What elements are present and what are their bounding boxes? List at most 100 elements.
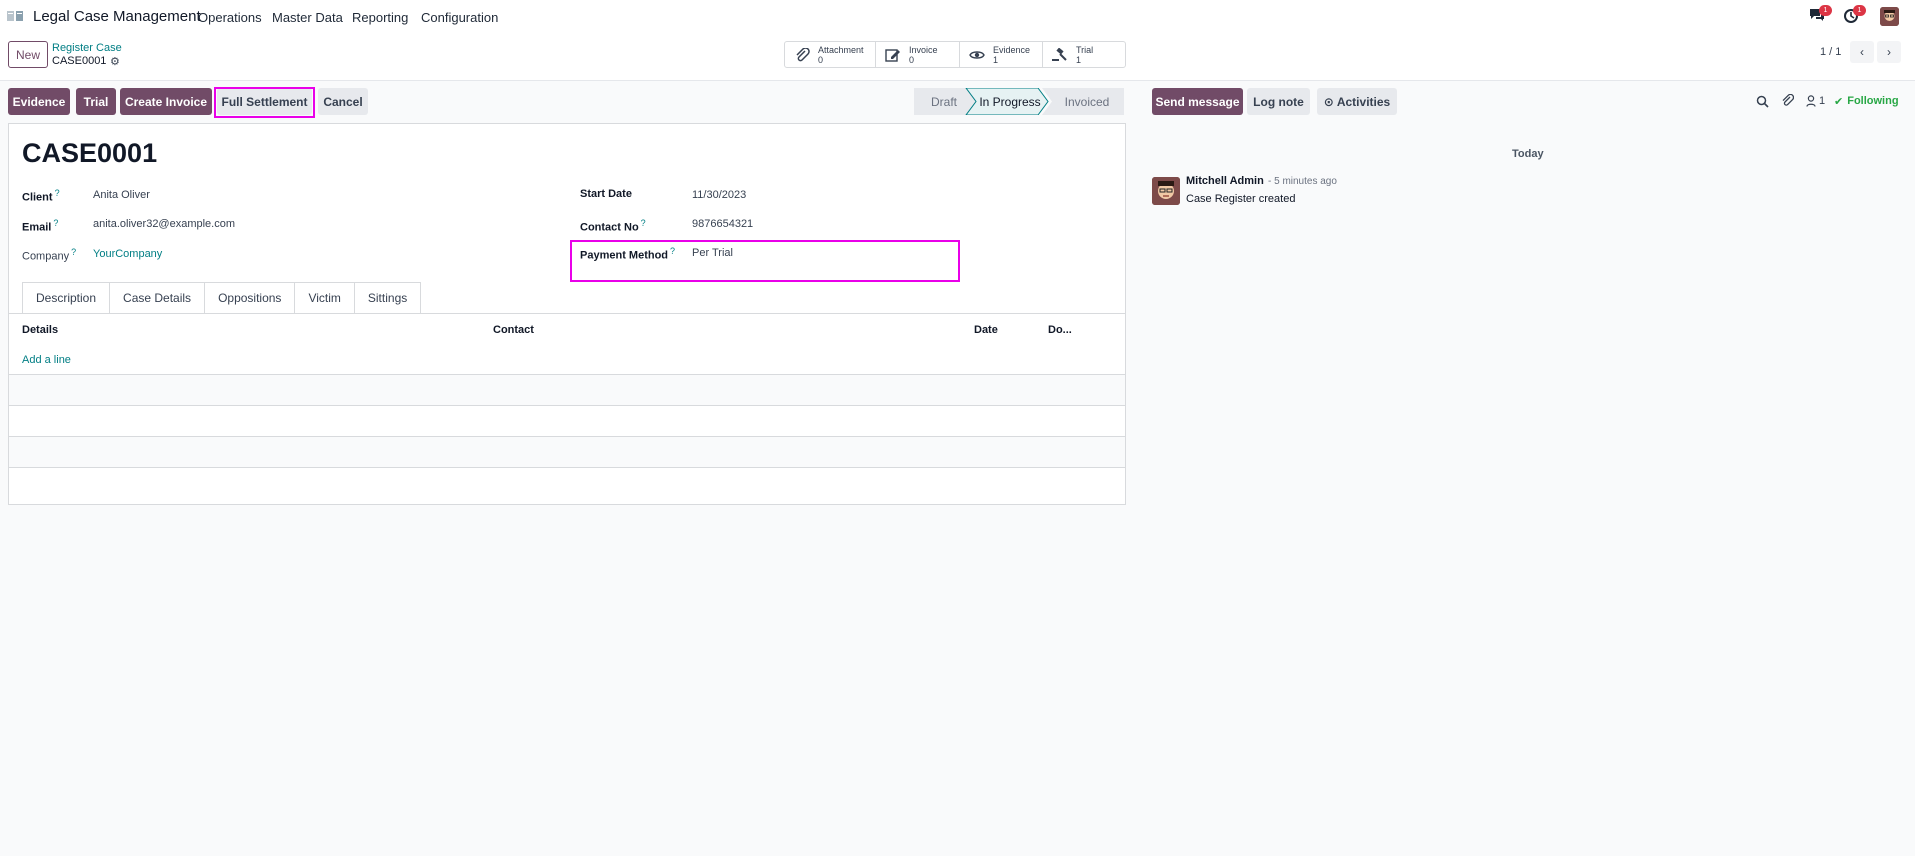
top-navbar: Legal Case Management Operations Master … [0,0,1915,32]
add-a-line-link[interactable]: Add a line [22,354,71,366]
column-do[interactable]: Do... [1048,324,1072,336]
form-sheet: CASE0001 Client? Anita Oliver Email? ani… [8,123,1126,505]
contact-no-value[interactable]: 9876654321 [692,218,753,230]
status-bar: Draft In Progress Invoiced [914,88,1124,115]
breadcrumb-record-name: CASE0001 [52,55,107,67]
table-row [9,375,1125,405]
edit-icon [885,48,900,62]
check-icon: ✔ [1834,95,1844,108]
message-author[interactable]: Mitchell Admin [1186,175,1264,187]
chevron-left-icon: ‹ [1860,45,1864,59]
evidence-button[interactable]: Evidence [8,88,70,115]
trial-count: 1 [1076,54,1082,65]
invoice-smart-button[interactable]: Invoice 0 [876,42,960,67]
stage-draft[interactable]: Draft [914,88,974,115]
breadcrumb-register-case[interactable]: Register Case [52,42,122,54]
trial-smart-button[interactable]: Trial 1 [1043,42,1125,67]
attachment-label: Attachment [818,44,864,55]
row-divider [9,467,1125,468]
create-invoice-button[interactable]: Create Invoice [120,88,212,115]
email-label: Email? [22,218,59,234]
pager-next-button[interactable]: › [1877,41,1901,63]
start-date-label: Start Date [580,188,632,200]
search-icon[interactable] [1756,95,1769,108]
stage-invoiced[interactable]: Invoiced [1050,88,1124,115]
stage-in-progress[interactable]: In Progress [976,88,1044,115]
column-contact[interactable]: Contact [493,324,534,336]
column-date[interactable]: Date [974,324,998,336]
start-date-value[interactable]: 11/30/2023 [692,189,746,201]
email-value[interactable]: anita.oliver32@example.com [93,218,235,230]
attachment-smart-button[interactable]: Attachment 0 [785,42,876,67]
pager-value[interactable]: 1 / 1 [1820,46,1841,58]
full-settlement-button[interactable]: Full Settlement [217,88,312,115]
evidence-smart-button[interactable]: Evidence 1 [960,42,1043,67]
tab-victim[interactable]: Victim [294,282,354,314]
tab-divider [9,313,1125,314]
table-row [9,437,1125,467]
client-label: Client? [22,188,60,204]
message-author-avatar[interactable] [1152,177,1180,205]
evidence-count: 1 [993,54,999,65]
gear-icon[interactable]: ⚙ [110,55,120,68]
message-body: Case Register created [1186,193,1296,205]
eye-icon [969,50,985,59]
log-note-button[interactable]: Log note [1247,88,1310,115]
attachment-paperclip-icon[interactable] [1781,94,1794,108]
following-button[interactable]: ✔ Following [1834,94,1899,108]
gavel-icon [1052,47,1067,61]
person-icon [1806,95,1816,107]
cancel-button[interactable]: Cancel [318,88,368,115]
clock-icon: ⊙ [1323,94,1334,109]
invoice-count: 0 [909,54,915,65]
followers-count: 1 [1819,95,1826,107]
following-label: Following [1847,95,1899,107]
case-title: CASE0001 [22,138,158,168]
invoice-label: Invoice [909,44,938,55]
help-tooltip[interactable]: ? [55,188,60,198]
paperclip-icon [796,47,810,61]
menu-reporting[interactable]: Reporting [352,10,408,25]
tab-case-details[interactable]: Case Details [109,282,205,314]
pager-previous-button[interactable]: ‹ [1850,41,1874,63]
chevron-right-icon: › [1887,45,1891,59]
menu-configuration[interactable]: Configuration [421,10,498,25]
tab-sittings[interactable]: Sittings [353,282,422,314]
trial-label: Trial [1076,44,1094,55]
messages-icon[interactable]: 1 [1809,5,1832,24]
followers-button[interactable]: 1 [1806,94,1825,108]
trial-button[interactable]: Trial [76,88,116,115]
row-divider [9,405,1125,406]
app-title[interactable]: Legal Case Management [33,8,201,25]
company-value[interactable]: YourCompany [93,248,162,260]
evidence-label: Evidence [993,44,1031,55]
message-timestamp: - 5 minutes ago [1268,176,1337,187]
company-label: Company? [22,247,77,263]
chatter-date-separator: Today [1512,148,1544,160]
menu-master-data[interactable]: Master Data [272,10,343,25]
column-details[interactable]: Details [22,324,58,336]
payment-method-label: Payment Method? [580,246,676,262]
user-avatar[interactable] [1880,7,1899,26]
activities-clock-icon[interactable]: 1 [1843,5,1866,24]
help-tooltip[interactable]: ? [670,246,675,256]
attachment-count: 0 [818,54,824,65]
help-tooltip[interactable]: ? [71,247,76,257]
help-tooltip[interactable]: ? [641,218,646,228]
activities-button-label: Activities [1336,94,1391,109]
contact-no-label: Contact No? [580,218,646,234]
activities-badge: 1 [1853,5,1866,16]
activities-button[interactable]: ⊙ Activities [1317,88,1397,115]
notebook-tabs: Description Case Details Oppositions Vic… [22,282,422,314]
payment-method-value[interactable]: Per Trial [692,247,733,259]
control-panel: New Register Case CASE0001 ⚙ Attachment 0… [0,32,1915,81]
menu-operations[interactable]: Operations [198,10,262,25]
client-value[interactable]: Anita Oliver [93,189,150,201]
app-menu-icon[interactable] [7,10,23,22]
new-button[interactable]: New [8,41,48,68]
tab-description[interactable]: Description [22,282,110,314]
send-message-button[interactable]: Send message [1152,88,1243,115]
help-tooltip[interactable]: ? [53,218,58,228]
messages-badge: 1 [1819,5,1832,16]
tab-oppositions[interactable]: Oppositions [204,282,295,314]
